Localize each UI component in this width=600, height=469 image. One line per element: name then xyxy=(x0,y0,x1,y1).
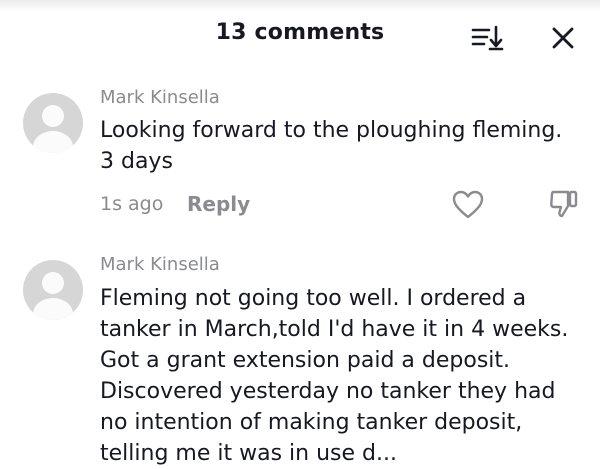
comment-text: Looking forward to the ploughing fleming… xyxy=(100,118,563,174)
heart-icon[interactable] xyxy=(452,190,484,220)
comment-username[interactable]: Mark Kinsella xyxy=(100,254,220,275)
reply-button[interactable]: Reply xyxy=(187,192,250,216)
thumbs-down-icon[interactable] xyxy=(548,188,580,220)
sort-icon[interactable] xyxy=(470,24,504,52)
comments-header: 13 comments xyxy=(0,0,600,70)
comments-sheet: 13 comments Mark Kinsella Looking forwar… xyxy=(0,0,600,466)
default-avatar-icon[interactable] xyxy=(23,260,83,320)
comment-text: Fleming not going too well. I ordered a … xyxy=(100,286,569,466)
default-avatar-icon[interactable] xyxy=(23,93,83,153)
comment-username[interactable]: Mark Kinsella xyxy=(100,87,220,108)
comment-timestamp: 1s ago xyxy=(100,193,164,215)
comments-count-title: 13 comments xyxy=(215,20,385,45)
close-icon[interactable] xyxy=(550,25,576,51)
